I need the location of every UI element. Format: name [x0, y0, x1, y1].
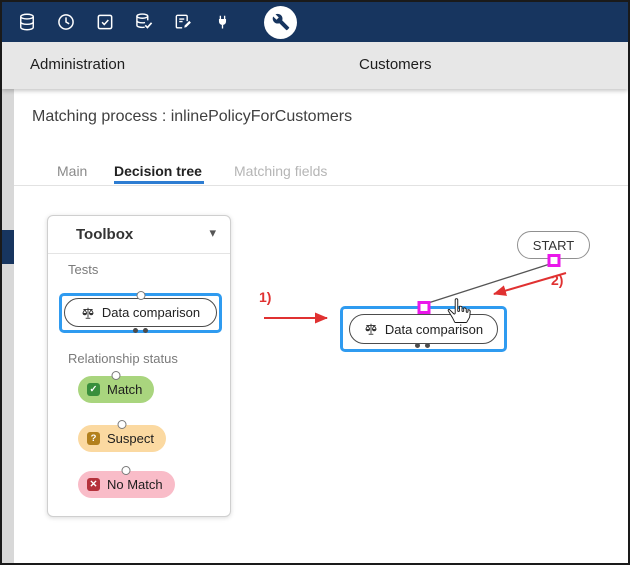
document-edit-icon[interactable] [172, 11, 194, 33]
left-gutter [2, 89, 14, 563]
workspace-tab-customers[interactable]: Customers [359, 56, 432, 73]
toolbox-item-data-comparison[interactable]: Data comparison [59, 293, 222, 333]
workspace-tab-administration[interactable]: Administration [30, 56, 125, 73]
tab-decision-tree[interactable]: Decision tree [114, 163, 202, 179]
page-title: Matching process : inlinePolicyForCustom… [32, 108, 352, 126]
output-connector-handle[interactable] [547, 254, 560, 267]
active-tab-underline [114, 181, 204, 184]
task-check-icon[interactable] [94, 11, 116, 33]
node-label: Data comparison [385, 322, 483, 337]
annotation-label-1: 1) [259, 289, 271, 305]
data-comparison-pill: Data comparison [349, 314, 498, 344]
left-scrollbar-thumb[interactable] [2, 230, 14, 264]
plug-icon[interactable] [211, 11, 233, 33]
wrench-icon[interactable] [264, 6, 297, 39]
output-dot [425, 343, 430, 348]
node-label: START [533, 238, 574, 253]
toolbox-panel: Toolbox ▾ Tests Data comparison [47, 215, 231, 517]
toolbox-section-tests: Tests [68, 262, 98, 277]
toolbox-section-relationship-status: Relationship status [68, 351, 178, 366]
tab-matching-fields[interactable]: Matching fields [234, 163, 327, 179]
no-match-icon: ✕ [87, 478, 100, 491]
connector-circle [136, 291, 145, 300]
output-dot [415, 343, 420, 348]
data-comparison-pill: Data comparison [64, 298, 217, 327]
match-icon: ✓ [87, 383, 100, 396]
toolbox-item-label: Match [107, 382, 142, 397]
tabs-divider [14, 185, 628, 186]
chevron-down-icon[interactable]: ▾ [209, 225, 216, 241]
toolbox-header: Toolbox ▾ [48, 216, 230, 254]
node-start[interactable]: START [517, 231, 590, 259]
top-navigation-bar [2, 2, 628, 42]
toolbox-item-suspect[interactable]: ? Suspect [78, 425, 166, 452]
tab-main[interactable]: Main [57, 163, 87, 179]
app-window: Administration Customers Matching proces… [0, 0, 630, 565]
balance-scale-icon [364, 322, 378, 336]
toolbox-item-label: Suspect [107, 431, 154, 446]
connector-circle [117, 420, 126, 429]
toolbox-item-label: Data comparison [102, 305, 200, 320]
toolbox-title: Toolbox [76, 226, 133, 243]
toolbox-item-label: No Match [107, 477, 163, 492]
suspect-icon: ? [87, 432, 100, 445]
balance-scale-icon [81, 306, 95, 320]
output-dot [143, 328, 148, 333]
database-check-icon[interactable] [133, 11, 155, 33]
database-icon[interactable] [16, 11, 38, 33]
connector-circle [112, 371, 121, 380]
connector-circle [122, 466, 131, 475]
output-dot [133, 328, 138, 333]
node-data-comparison[interactable]: Data comparison [340, 306, 507, 352]
input-connector-handle[interactable] [417, 301, 430, 314]
toolbox-item-match[interactable]: ✓ Match [78, 376, 154, 403]
annotation-label-2: 2) [551, 272, 563, 288]
workspace-tab-bar: Administration Customers [2, 42, 628, 89]
clock-icon[interactable] [55, 11, 77, 33]
toolbox-item-no-match[interactable]: ✕ No Match [78, 471, 175, 498]
